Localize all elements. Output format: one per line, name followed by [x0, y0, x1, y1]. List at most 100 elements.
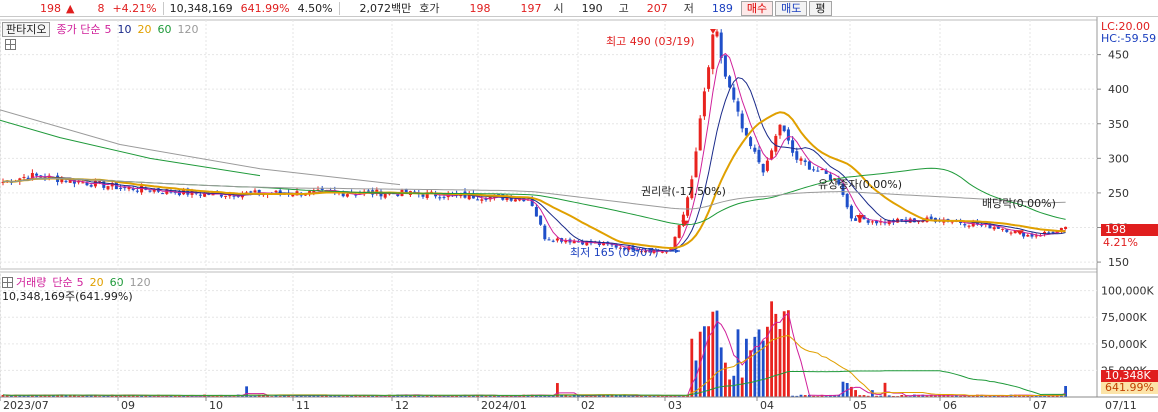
candle-body — [1026, 234, 1030, 237]
vol-tick-label: 100,000K — [1101, 285, 1154, 298]
candle-body — [753, 147, 757, 152]
candle-body — [770, 150, 774, 160]
volume-bar — [799, 394, 803, 397]
volume-bar — [430, 395, 433, 397]
avg-button[interactable]: 평 — [809, 0, 832, 16]
candle-body — [711, 34, 715, 70]
grid-icon[interactable] — [2, 276, 13, 288]
volume-bar — [980, 394, 983, 397]
volume-bar — [976, 394, 979, 397]
volume-bar — [224, 395, 227, 397]
candle-body — [908, 218, 912, 223]
candle-body — [131, 188, 135, 191]
volume-bar — [564, 395, 568, 397]
grid-icon[interactable] — [5, 39, 16, 50]
candle-body — [501, 194, 505, 200]
volume-bar — [140, 395, 143, 397]
candle-body — [1047, 232, 1051, 234]
candle-body — [291, 194, 295, 197]
axes: 2023/07 09 10 11 12 2024/01 02 03 04 05 06 07 07/11 1… — [0, 49, 1158, 412]
volume-bar — [946, 395, 950, 397]
ask-price: 198 — [469, 1, 491, 15]
vol-ma5-line — [2, 312, 1066, 397]
candle-body — [463, 191, 467, 198]
candle-body — [266, 193, 270, 195]
volume-bar — [291, 396, 295, 397]
volume-bar — [1043, 395, 1046, 397]
volume-bar — [610, 395, 614, 397]
volume-bar — [350, 395, 353, 397]
price-panel — [0, 19, 1098, 270]
volume-bar — [778, 329, 782, 397]
candle-body — [358, 193, 362, 195]
candle-body — [883, 222, 887, 224]
candle-body — [1013, 230, 1017, 234]
candle-body — [795, 151, 799, 160]
candle-body — [975, 221, 979, 225]
volume-bar — [522, 394, 526, 397]
sell-button[interactable]: 매도 — [775, 0, 808, 16]
volume-bar — [215, 395, 219, 397]
volume-bar — [169, 395, 173, 397]
annotations — [665, 28, 1024, 254]
volume-bar — [577, 395, 580, 397]
candle-body — [807, 161, 811, 170]
buy-button[interactable]: 매수 — [740, 0, 774, 16]
volume-bar — [602, 395, 605, 397]
vol-ma60: 60 — [109, 275, 124, 289]
candle-body — [198, 194, 202, 196]
candle-body — [707, 67, 711, 89]
candle-body — [1030, 233, 1034, 237]
volume-bar — [203, 394, 206, 397]
volume-bar — [232, 396, 236, 397]
price-change-pct: +4.21% — [112, 1, 157, 15]
candle-body — [85, 182, 89, 186]
candle-body — [135, 190, 139, 192]
candle-body — [686, 197, 690, 216]
volume-bar — [446, 395, 450, 397]
open-price: 190 — [581, 1, 603, 15]
volume-bar — [829, 394, 832, 397]
volume-bar — [841, 381, 845, 397]
candle-body — [9, 181, 13, 183]
volume-bar — [518, 395, 521, 397]
volume-bar — [102, 395, 106, 397]
indicator-tag[interactable]: 판타지오 — [2, 21, 51, 37]
candle-body — [929, 216, 933, 220]
candle-body — [917, 221, 921, 223]
up-arrow-icon: ▲ — [66, 1, 75, 15]
candle-body — [438, 197, 442, 199]
candle-body — [1005, 229, 1009, 232]
volume-bar — [497, 396, 500, 397]
x-tick-label: 11 — [296, 399, 310, 412]
candle-body — [950, 221, 954, 223]
candle-body — [215, 192, 219, 194]
x-tick-label: 06 — [943, 399, 957, 412]
volume-bar — [644, 395, 647, 397]
volume-bar — [875, 395, 878, 397]
volume-bar — [963, 395, 967, 397]
volume-bar — [178, 395, 181, 397]
volume-bar — [887, 395, 891, 397]
candle-body — [959, 220, 963, 224]
candle-body — [203, 193, 207, 197]
volume-bar — [1030, 395, 1034, 397]
volume-bar — [816, 396, 820, 397]
volume-bar — [925, 395, 929, 397]
volume-bar — [354, 394, 358, 397]
open-label: 시 — [553, 1, 564, 15]
volume-bar — [451, 395, 454, 397]
ma120-history-line — [0, 109, 401, 186]
volume-bar — [581, 395, 584, 397]
candle-body — [240, 194, 244, 198]
candle-body — [849, 205, 853, 219]
candle-body — [194, 191, 198, 194]
volume-bar — [787, 310, 790, 397]
volume-bar — [413, 395, 416, 397]
candle-body — [896, 218, 900, 223]
volume-bar — [157, 394, 160, 397]
volume-bar — [22, 395, 26, 397]
volume-bar — [89, 395, 93, 397]
vol-tick-label: 75,000K — [1101, 311, 1147, 324]
volume-bar — [547, 395, 551, 397]
